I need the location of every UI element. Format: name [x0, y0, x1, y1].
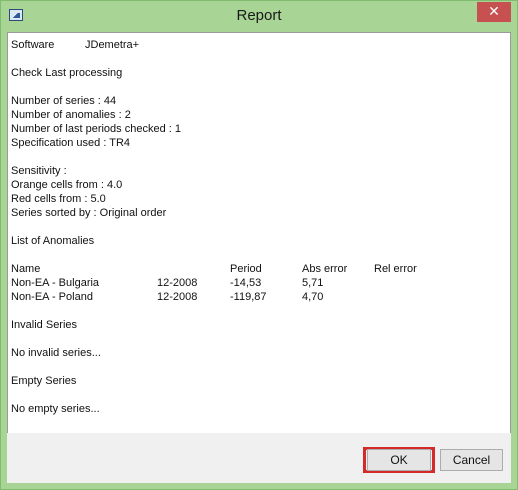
row-date: 12-2008	[157, 277, 198, 289]
header-rel-error: Rel error	[374, 263, 417, 275]
row-name: Non-EA - Bulgaria	[11, 277, 100, 289]
row-period: -14,53	[230, 277, 262, 289]
button-bar: OK Cancel	[7, 433, 511, 483]
invalid-series-heading: Invalid Series	[11, 319, 78, 331]
window-title: Report	[236, 7, 282, 24]
invalid-series-text: No invalid series...	[11, 347, 101, 359]
header-period: Period	[230, 263, 262, 275]
orange-cells: Orange cells from : 4.0	[11, 179, 123, 191]
report-dialog: Report ✕ Software JDemetra+ Check Last p…	[0, 0, 518, 490]
red-cells: Red cells from : 5.0	[11, 193, 106, 205]
empty-series-heading: Empty Series	[11, 375, 77, 387]
series-sorted-by: Series sorted by : Original order	[11, 207, 167, 219]
periods-checked: Number of last periods checked : 1	[11, 123, 181, 135]
software-label: Software	[11, 39, 55, 51]
number-of-anomalies: Number of anomalies : 2	[11, 109, 131, 121]
specification-used: Specification used : TR4	[11, 137, 131, 149]
cancel-button[interactable]: Cancel	[440, 449, 503, 471]
close-icon: ✕	[488, 4, 500, 20]
header-name: Name	[11, 263, 41, 275]
number-of-series: Number of series : 44	[11, 95, 117, 107]
row-name: Non-EA - Poland	[11, 291, 93, 303]
header-abs-error: Abs error	[302, 263, 348, 275]
report-text-area[interactable]: Software JDemetra+ Check Last processing…	[7, 32, 511, 434]
sensitivity-heading: Sensitivity :	[11, 165, 67, 177]
row-date: 12-2008	[157, 291, 198, 303]
anomalies-heading: List of Anomalies	[11, 235, 95, 247]
close-button[interactable]: ✕	[477, 2, 511, 22]
empty-series-text: No empty series...	[11, 403, 100, 415]
check-heading: Check Last processing	[11, 67, 123, 79]
row-period: -119,87	[230, 291, 267, 303]
row-abs-error: 4,70	[302, 291, 324, 303]
ok-button[interactable]: OK	[367, 449, 431, 471]
title-bar[interactable]: Report ✕	[1, 1, 517, 31]
row-abs-error: 5,71	[302, 277, 324, 289]
software-value: JDemetra+	[85, 39, 140, 51]
